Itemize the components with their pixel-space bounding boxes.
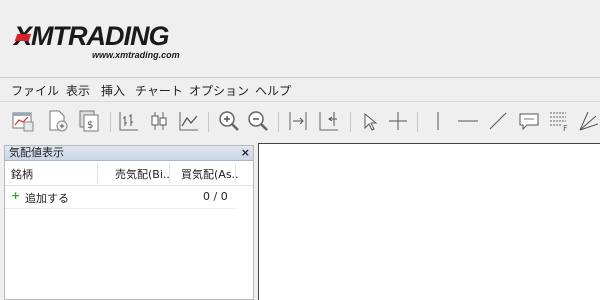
toolbar-separator xyxy=(208,112,209,132)
logo-url: www.xmtrading.com xyxy=(92,50,180,60)
gann-icon[interactable] xyxy=(576,108,600,134)
crosshair-icon[interactable] xyxy=(385,108,411,134)
symbol-count: 0 / 0 xyxy=(203,190,228,203)
menu-view[interactable]: 表示 xyxy=(66,82,90,99)
autoscroll-icon[interactable] xyxy=(316,108,342,134)
menu-chart[interactable]: チャート xyxy=(135,82,183,99)
fibonacci-icon[interactable]: F xyxy=(546,108,572,134)
toolbar-separator xyxy=(417,112,418,132)
column-ask[interactable]: 買気配(As.. xyxy=(181,166,239,182)
svg-text:$: $ xyxy=(87,120,93,131)
market-watch-header: 銘柄 売気配(Bi.. 買気配(As.. xyxy=(5,161,253,186)
column-divider[interactable] xyxy=(235,163,236,183)
bar-chart-icon[interactable] xyxy=(116,108,142,134)
logo-wordmark: XMTRADING xyxy=(14,21,169,51)
menu-file[interactable]: ファイル xyxy=(11,82,59,99)
menu-help[interactable]: ヘルプ xyxy=(255,82,291,99)
column-divider[interactable] xyxy=(169,163,170,183)
market-watch-panel: 気配値表示 × 銘柄 売気配(Bi.. 買気配(As.. + 追加する 0 / … xyxy=(4,145,254,300)
chart-shift-icon[interactable] xyxy=(286,108,312,134)
horizontal-line-icon[interactable] xyxy=(455,108,481,134)
toolbar-separator xyxy=(110,112,111,132)
cursor-icon[interactable] xyxy=(356,108,382,134)
market-watch-title: 気配値表示 xyxy=(9,146,64,159)
close-icon[interactable]: × xyxy=(241,146,250,159)
chart-workspace[interactable] xyxy=(258,143,600,300)
text-label-icon[interactable] xyxy=(516,108,542,134)
trendline-icon[interactable] xyxy=(485,108,511,134)
toolbar: $ F xyxy=(0,101,600,142)
logo-accent-mark xyxy=(14,34,32,41)
svg-text:F: F xyxy=(563,124,568,133)
market-watch-titlebar[interactable]: 気配値表示 × xyxy=(5,146,253,161)
menu-bar: ファイル 表示 挿入 チャート オプション ヘルプ xyxy=(0,77,600,100)
menu-insert[interactable]: 挿入 xyxy=(101,82,125,99)
vertical-line-icon[interactable] xyxy=(425,108,451,134)
app-header: XMTRADING www.xmtrading.com xyxy=(0,0,600,75)
xmtrading-logo: XMTRADING www.xmtrading.com xyxy=(14,20,194,60)
toolbar-separator xyxy=(278,112,279,132)
column-divider[interactable] xyxy=(97,163,98,183)
menu-options[interactable]: オプション xyxy=(189,82,249,99)
line-chart-icon[interactable] xyxy=(176,108,202,134)
column-symbol[interactable]: 銘柄 xyxy=(11,166,33,182)
add-symbol-row[interactable]: + 追加する 0 / 0 xyxy=(5,186,235,209)
zoom-in-icon[interactable] xyxy=(216,108,242,134)
add-symbol-icon: + xyxy=(11,189,21,202)
add-symbol-label[interactable]: 追加する xyxy=(25,190,69,206)
toolbar-separator xyxy=(350,112,351,132)
market-watch-icon[interactable]: $ xyxy=(76,108,102,134)
profiles-icon[interactable] xyxy=(44,108,70,134)
new-chart-icon[interactable] xyxy=(10,108,36,134)
candlestick-icon[interactable] xyxy=(146,108,172,134)
column-bid[interactable]: 売気配(Bi.. xyxy=(115,166,170,182)
zoom-out-icon[interactable] xyxy=(245,108,271,134)
